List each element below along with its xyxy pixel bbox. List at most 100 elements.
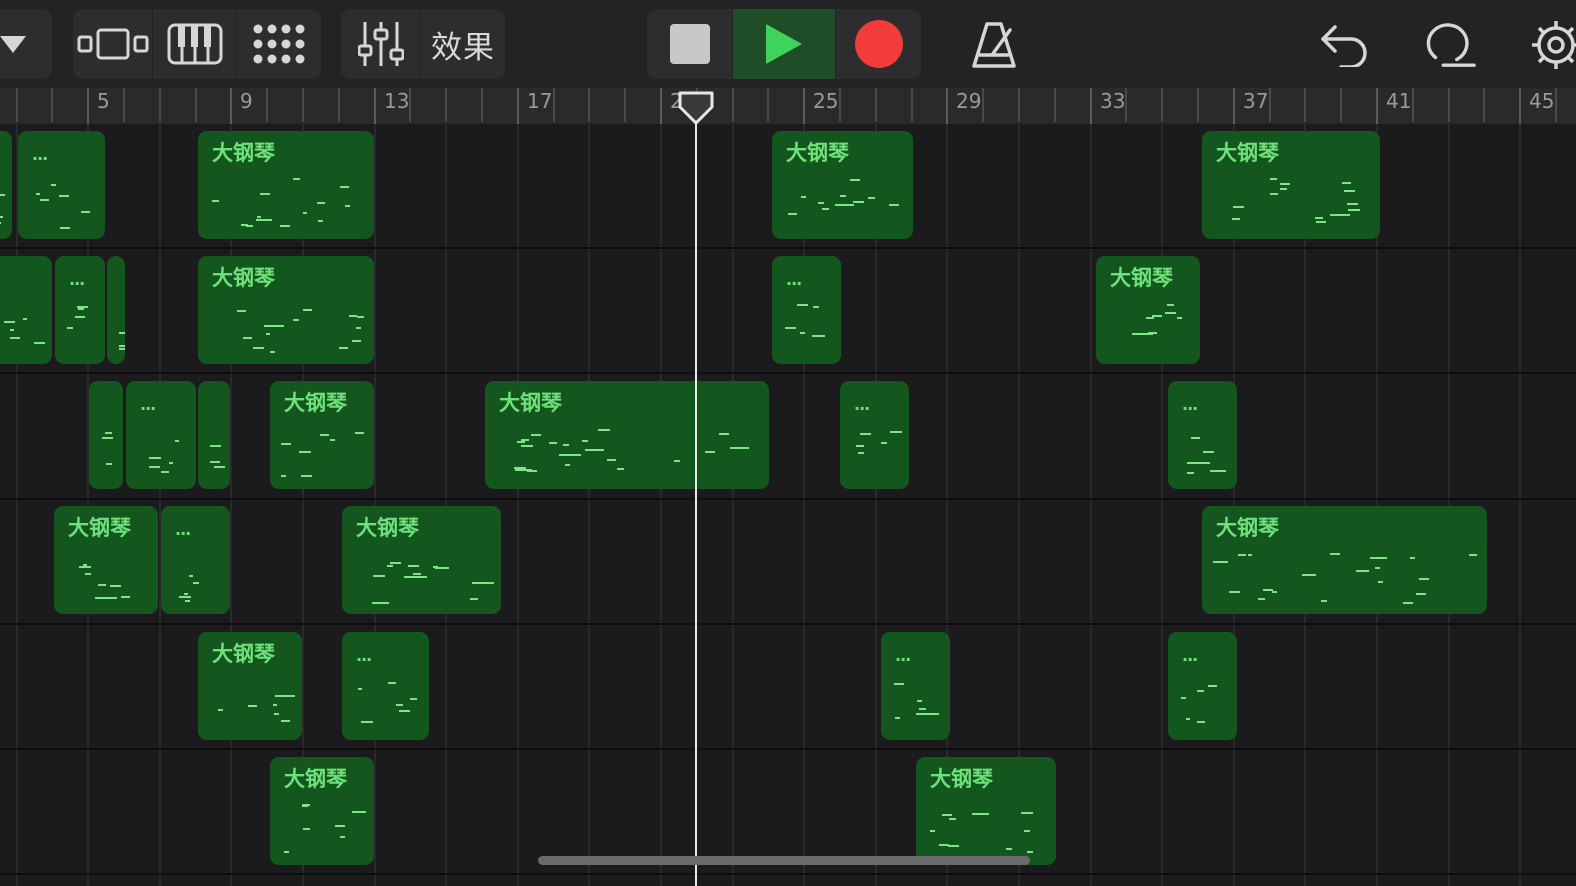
midi-note xyxy=(719,433,729,435)
piano-region[interactable]: 大钢琴 xyxy=(198,632,302,740)
piano-region[interactable]: ... xyxy=(881,632,950,740)
midi-note xyxy=(1148,332,1157,334)
settings-button[interactable] xyxy=(1530,19,1576,71)
stop-button[interactable] xyxy=(647,9,733,79)
keyboard-button[interactable] xyxy=(153,9,237,79)
settings-icon xyxy=(1532,21,1576,69)
piano-region[interactable]: ... xyxy=(1168,632,1237,740)
bar-number: 9 xyxy=(240,89,253,113)
undo-button[interactable] xyxy=(1318,19,1370,71)
midi-notes-preview xyxy=(342,632,429,740)
play-button[interactable] xyxy=(733,9,836,79)
effects-button[interactable]: 效果 xyxy=(421,9,505,79)
piano-region[interactable] xyxy=(198,381,230,489)
ruler-tick xyxy=(1412,88,1414,122)
piano-region[interactable]: 大钢琴 xyxy=(772,131,913,239)
piano-region[interactable]: 大钢琴 xyxy=(270,381,374,489)
piano-region[interactable]: 大钢琴 xyxy=(1096,256,1200,364)
horizontal-scrollbar[interactable] xyxy=(538,856,1030,865)
piano-region[interactable]: 大钢琴 xyxy=(270,757,374,865)
record-button[interactable] xyxy=(836,9,921,79)
midi-note xyxy=(387,565,393,567)
midi-note xyxy=(856,445,864,447)
midi-notes-preview xyxy=(0,131,12,239)
loop-browser-button[interactable] xyxy=(1424,19,1476,71)
piano-region[interactable] xyxy=(89,381,123,489)
tracks-view-button[interactable] xyxy=(73,9,153,79)
piano-region[interactable]: 大钢琴 xyxy=(916,757,1056,865)
tracks-area[interactable]: ... 大钢琴 大钢琴 大钢琴... 大钢琴... 大钢琴... 大钢琴 大钢琴...... 大… xyxy=(0,124,1576,886)
midi-notes-preview xyxy=(198,381,230,489)
midi-note xyxy=(320,434,329,436)
midi-note xyxy=(110,585,121,587)
midi-note xyxy=(356,327,361,329)
midi-notes-preview xyxy=(198,256,374,364)
piano-region[interactable]: 大钢琴 xyxy=(1202,131,1380,239)
piano-region[interactable] xyxy=(0,131,12,239)
midi-note xyxy=(1187,462,1210,464)
piano-region[interactable]: 大钢琴 xyxy=(54,506,158,614)
ruler-tick xyxy=(911,88,913,122)
midi-note xyxy=(948,845,959,847)
piano-region[interactable]: ... xyxy=(342,632,429,740)
midi-note xyxy=(105,432,112,434)
midi-note xyxy=(930,830,935,832)
piano-region[interactable]: ... xyxy=(1168,381,1237,489)
piano-region[interactable]: 大钢琴 xyxy=(485,381,769,489)
midi-note xyxy=(75,316,85,318)
piano-region[interactable]: 大钢琴 xyxy=(198,256,374,364)
piano-region[interactable]: 大钢琴 xyxy=(1202,506,1487,614)
view-menu-button[interactable] xyxy=(0,9,52,79)
mixer-icon xyxy=(357,22,404,66)
midi-note xyxy=(868,197,875,199)
midi-note xyxy=(10,329,14,331)
midi-note xyxy=(169,462,173,464)
midi-notes-preview xyxy=(1168,381,1237,489)
piano-region[interactable]: ... xyxy=(18,131,105,239)
midi-note xyxy=(1238,554,1246,556)
piano-region[interactable]: ... xyxy=(161,506,230,614)
piano-region[interactable]: ... xyxy=(840,381,909,489)
midi-note xyxy=(1280,183,1290,185)
midi-note xyxy=(270,351,275,353)
ruler-tick xyxy=(1233,88,1235,124)
midi-note xyxy=(210,461,220,463)
piano-region[interactable]: 大钢琴 xyxy=(198,131,374,239)
midi-note xyxy=(1197,721,1205,723)
midi-note xyxy=(785,327,796,329)
midi-note xyxy=(674,460,680,462)
midi-note xyxy=(1024,830,1030,832)
midi-note xyxy=(1342,182,1351,184)
playhead-handle[interactable] xyxy=(678,91,714,125)
midi-note xyxy=(1248,554,1252,556)
piano-region[interactable]: ... xyxy=(772,256,841,364)
midi-note xyxy=(352,340,361,342)
ruler-tick xyxy=(195,88,197,122)
midi-notes-preview xyxy=(772,256,841,364)
midi-note xyxy=(1232,218,1240,220)
grid-icon xyxy=(253,24,305,64)
ruler-tick xyxy=(16,88,18,122)
piano-region[interactable] xyxy=(107,256,125,364)
play-icon xyxy=(766,24,802,64)
midi-note xyxy=(472,582,494,584)
piano-region[interactable]: 大钢琴 xyxy=(342,506,501,614)
transport-group xyxy=(647,9,921,79)
midi-note xyxy=(1272,591,1277,593)
mixer-button[interactable] xyxy=(341,9,421,79)
midi-notes-preview xyxy=(881,632,950,740)
piano-region[interactable]: ... xyxy=(55,256,105,364)
bar-number: 25 xyxy=(813,89,839,113)
midi-note xyxy=(1315,217,1323,219)
midi-note xyxy=(10,337,20,339)
metronome-button[interactable] xyxy=(968,19,1020,71)
midi-note xyxy=(0,222,1,224)
piano-region[interactable] xyxy=(0,256,52,364)
ruler-tick xyxy=(1555,88,1557,122)
grid-button[interactable] xyxy=(237,9,321,79)
ruler-tick xyxy=(1090,88,1092,124)
piano-region[interactable]: ... xyxy=(126,381,196,489)
ruler-tick xyxy=(767,88,769,122)
timeline-ruler[interactable]: 59131721252933374145 xyxy=(0,88,1576,124)
midi-note xyxy=(860,433,871,435)
